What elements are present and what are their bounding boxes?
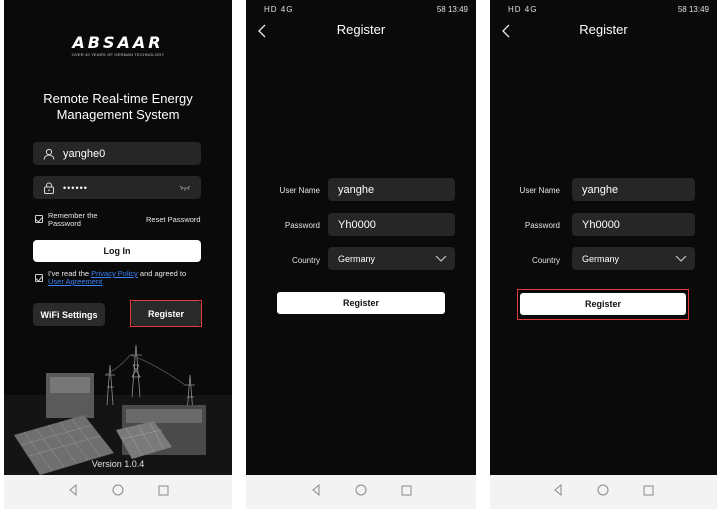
username-value: yanghe [582, 183, 619, 196]
nav-back-icon[interactable] [68, 483, 78, 501]
register-submit-button[interactable]: Register [277, 292, 445, 314]
username-value: yanghe0 [63, 147, 106, 160]
brand-tagline: OVER 40 YEARS OF GERMAN TECHNOLOGY [71, 52, 165, 57]
headline-line-1: Remote Real-time Energy [43, 91, 193, 106]
app-version: Version 1.0.4 [91, 459, 145, 469]
nav-recent-icon[interactable] [158, 483, 169, 501]
status-left: HD 4G [508, 4, 538, 14]
username-value: yanghe [338, 183, 375, 196]
remember-label-line-2: Password [48, 219, 81, 228]
country-value: Germany [582, 253, 620, 264]
username-input[interactable]: yanghe [572, 178, 695, 201]
solar-plant-illustration [4, 344, 232, 475]
register-highlight-box [130, 300, 202, 327]
country-label: Country [291, 256, 320, 265]
page-title: Register [336, 22, 386, 37]
password-input[interactable]: •••••• [33, 176, 201, 199]
app-headline: Remote Real-time Energy Management Syste… [14, 91, 222, 123]
status-right: 58 13:49 [677, 4, 709, 14]
password-input[interactable]: Yh0000 [572, 213, 695, 236]
status-left: HD 4G [264, 4, 294, 14]
country-select[interactable]: Germany [572, 247, 695, 270]
chevron-down-icon [675, 253, 687, 265]
android-nav-bar [4, 475, 232, 509]
register-screen-b: HD 4G 58 13:49 Register User Name yanghe… [490, 0, 717, 475]
status-right: 58 13:49 [436, 4, 468, 14]
reset-password-link[interactable]: Reset Password [146, 216, 201, 224]
agreement-middle: and agreed to [137, 269, 187, 278]
country-select[interactable]: Germany [328, 247, 455, 270]
agreement-checkbox[interactable] [35, 274, 43, 282]
register-screen-a: HD 4G 58 13:49 Register User Name yanghe… [246, 0, 476, 475]
username-label: User Name [279, 186, 320, 195]
headline-line-2: Management System [56, 107, 180, 122]
eye-closed-icon[interactable] [179, 183, 191, 195]
country-label: Country [531, 256, 560, 265]
password-label: Password [524, 221, 560, 230]
status-bar: HD 4G 58 13:49 [264, 2, 468, 16]
password-value: •••••• [63, 182, 88, 193]
username-input[interactable]: yanghe [328, 178, 455, 201]
chevron-down-icon [435, 253, 447, 265]
brand-logo: ABSAAR OVER 40 YEARS OF GERMAN TECHNOLOG… [4, 33, 232, 57]
wifi-settings-button[interactable]: WiFi Settings [33, 303, 105, 326]
agreement-text: I've read the Privacy Policy and agreed … [48, 270, 208, 286]
register-screen-a-phone: HD 4G 58 13:49 Register User Name yanghe… [246, 0, 476, 509]
nav-recent-icon[interactable] [643, 483, 654, 501]
password-value: Yh0000 [338, 218, 376, 231]
register-highlight-box [517, 289, 689, 320]
status-bar: HD 4G 58 13:49 [508, 2, 709, 16]
username-input[interactable]: yanghe0 [33, 142, 201, 165]
nav-home-icon[interactable] [597, 483, 609, 501]
remember-password-checkbox[interactable] [35, 215, 43, 223]
lock-icon [43, 182, 55, 194]
nav-back-icon[interactable] [553, 483, 563, 501]
register-screen-b-phone: HD 4G 58 13:49 Register User Name yanghe… [490, 0, 717, 509]
password-input[interactable]: Yh0000 [328, 213, 455, 236]
nav-back-icon[interactable] [311, 483, 321, 501]
country-value: Germany [338, 253, 376, 264]
user-agreement-link[interactable]: User Agreement [48, 277, 102, 286]
login-screen-phone: ABSAAR OVER 40 YEARS OF GERMAN TECHNOLOG… [4, 0, 232, 509]
password-value: Yh0000 [582, 218, 620, 231]
android-nav-bar [490, 475, 717, 509]
remember-password-label: Remember the Password [48, 212, 98, 228]
nav-home-icon[interactable] [112, 483, 124, 501]
username-label: User Name [519, 186, 560, 195]
login-screen: ABSAAR OVER 40 YEARS OF GERMAN TECHNOLOG… [4, 0, 232, 475]
android-nav-bar [246, 475, 476, 509]
page-title: Register [579, 22, 628, 37]
login-button[interactable]: Log In [33, 240, 201, 262]
nav-home-icon[interactable] [355, 483, 367, 501]
brand-logo-mark: ABSAAR [72, 33, 164, 52]
nav-recent-icon[interactable] [401, 483, 412, 501]
password-label: Password [284, 221, 320, 230]
user-icon [43, 148, 55, 160]
